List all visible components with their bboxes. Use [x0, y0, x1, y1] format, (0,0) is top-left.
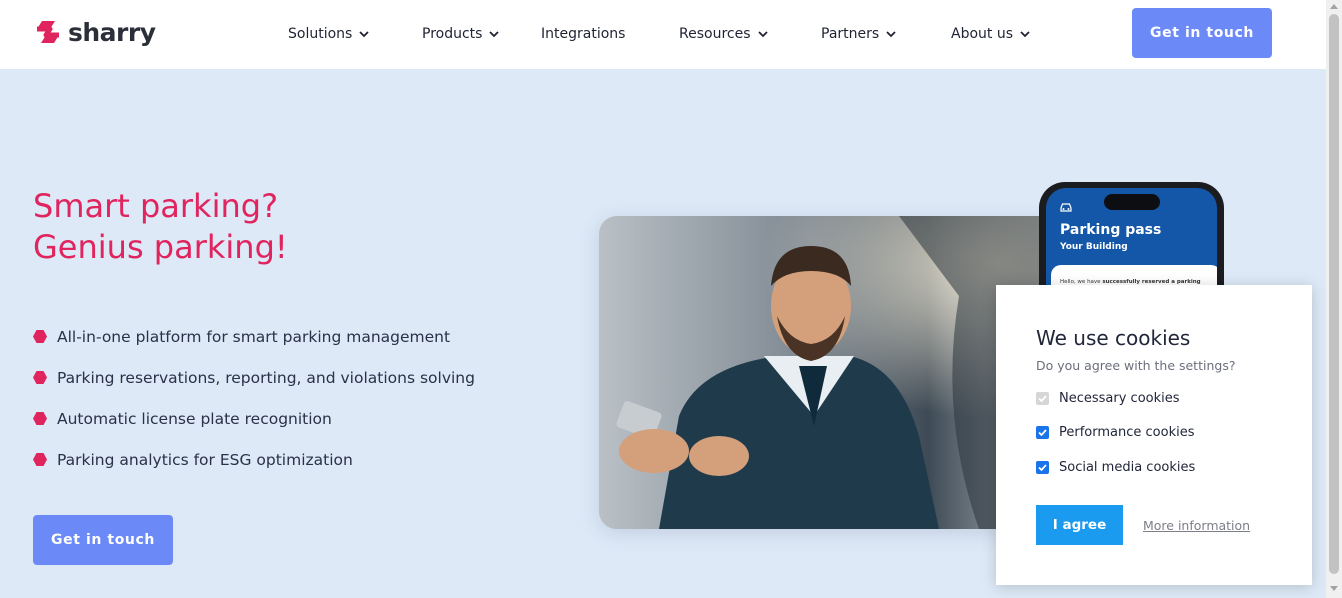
cookie-option-performance[interactable]: Performance cookies	[1036, 425, 1194, 440]
social-media-cookies-checkbox[interactable]	[1036, 461, 1049, 474]
hexagon-bullet-icon	[33, 330, 47, 343]
scroll-down-arrow-icon[interactable]	[1330, 586, 1338, 591]
feature-text: Automatic license plate recognition	[57, 409, 332, 428]
headline-line-2: Genius parking!	[33, 228, 288, 266]
feature-list: All-in-one platform for smart parking ma…	[33, 316, 475, 480]
nav-label: Solutions	[288, 26, 353, 42]
scroll-up-arrow-icon[interactable]	[1330, 4, 1338, 9]
headline-line-1: Smart parking?	[33, 187, 279, 225]
chevron-down-icon	[489, 31, 500, 38]
scrollbar-thumb[interactable]	[1329, 14, 1339, 574]
phone-screen: Parking pass Your Building Hello, we hav…	[1046, 188, 1217, 292]
hexagon-bullet-icon	[33, 371, 47, 384]
checkmark-icon	[1038, 429, 1047, 437]
car-icon	[1060, 203, 1072, 212]
nav-label: Products	[422, 26, 483, 42]
parking-pass-subtitle: Your Building	[1060, 242, 1128, 252]
feature-text: Parking analytics for ESG optimization	[57, 450, 353, 469]
cookie-question: Do you agree with the settings?	[1036, 358, 1236, 373]
performance-cookies-checkbox[interactable]	[1036, 426, 1049, 439]
hero-get-in-touch-button[interactable]: Get in touch	[33, 515, 173, 565]
parking-pass-title: Parking pass	[1060, 222, 1162, 238]
nav-label: Resources	[679, 26, 751, 42]
nav-label: Integrations	[541, 26, 626, 42]
nav-partners[interactable]: Partners	[821, 24, 897, 44]
hexagon-bullet-icon	[33, 412, 47, 425]
logo-wordmark: sharry	[68, 17, 156, 47]
list-item: Parking reservations, reporting, and vio…	[33, 357, 475, 398]
nav-solutions[interactable]: Solutions	[288, 24, 370, 44]
sharry-logo[interactable]: sharry	[33, 17, 156, 47]
chevron-down-icon	[886, 31, 896, 38]
site-header: sharry Solutions Products Integrations R…	[0, 0, 1326, 69]
chevron-down-icon	[359, 31, 369, 38]
sharry-logo-icon	[37, 21, 59, 43]
cookie-title: We use cookies	[1036, 326, 1191, 350]
more-information-link[interactable]: More information	[1143, 518, 1250, 533]
nav-label: About us	[951, 26, 1014, 42]
chevron-down-icon	[1020, 31, 1030, 38]
cookie-option-social-media[interactable]: Social media cookies	[1036, 460, 1195, 475]
cookie-option-necessary: Necessary cookies	[1036, 391, 1180, 406]
phone-mockup: Parking pass Your Building Hello, we hav…	[1039, 182, 1224, 292]
hero-headline: Smart parking? Genius parking!	[33, 186, 288, 268]
agree-button[interactable]: I agree	[1036, 505, 1123, 545]
feature-text: Parking reservations, reporting, and vio…	[57, 368, 475, 387]
cookie-option-label: Performance cookies	[1059, 425, 1195, 440]
cookie-option-label: Necessary cookies	[1059, 391, 1180, 406]
list-item: All-in-one platform for smart parking ma…	[33, 316, 475, 357]
list-item: Automatic license plate recognition	[33, 398, 475, 439]
vertical-scrollbar[interactable]	[1326, 0, 1342, 598]
nav-integrations[interactable]: Integrations	[541, 24, 625, 44]
checkmark-icon	[1038, 395, 1047, 403]
nav-resources[interactable]: Resources	[679, 24, 769, 44]
phone-notch	[1104, 194, 1160, 210]
chevron-down-icon	[757, 31, 768, 38]
checkmark-icon	[1038, 464, 1047, 472]
header-get-in-touch-button[interactable]: Get in touch	[1132, 8, 1272, 58]
hexagon-bullet-icon	[33, 453, 47, 466]
nav-about-us[interactable]: About us	[951, 24, 1031, 44]
feature-text: All-in-one platform for smart parking ma…	[57, 327, 451, 346]
nav-products[interactable]: Products	[422, 24, 500, 44]
cookie-consent-dialog: We use cookies Do you agree with the set…	[996, 285, 1312, 585]
list-item: Parking analytics for ESG optimization	[33, 439, 475, 480]
necessary-cookies-checkbox	[1036, 392, 1049, 405]
nav-label: Partners	[821, 26, 880, 42]
cookie-option-label: Social media cookies	[1059, 460, 1196, 475]
